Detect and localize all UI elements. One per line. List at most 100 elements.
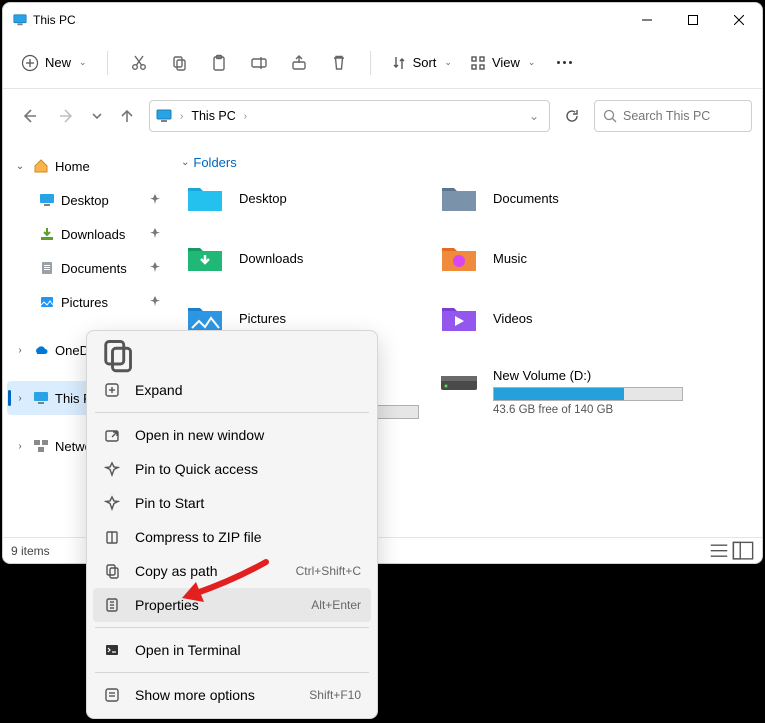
copy-tile[interactable]: [99, 339, 135, 371]
folder-label: Desktop: [239, 191, 287, 206]
pictures-icon: [39, 294, 55, 310]
ctx-label: Open in Terminal: [135, 642, 241, 658]
chevron-right-icon: ›: [176, 111, 187, 122]
sidebar-item-home[interactable]: ⌄ Home: [3, 149, 167, 183]
titlebar: This PC: [3, 3, 762, 37]
group-label: Folders: [193, 155, 236, 170]
sidebar-label: Downloads: [61, 227, 125, 242]
sidebar-item-downloads[interactable]: Downloads: [3, 217, 167, 251]
chevron-down-icon: ⌄: [181, 157, 189, 168]
this-pc-icon: [33, 390, 49, 406]
documents-icon: [39, 260, 55, 276]
sidebar-item-documents[interactable]: Documents: [3, 251, 167, 285]
share-button[interactable]: [280, 45, 318, 81]
folder-music[interactable]: Music: [439, 238, 693, 278]
rename-button[interactable]: [240, 45, 278, 81]
music-folder-icon: [439, 238, 479, 278]
ctx-pin-quick-access[interactable]: Pin to Quick access: [93, 452, 371, 486]
network-icon: [33, 438, 49, 454]
pin-icon: [149, 193, 161, 208]
delete-button[interactable]: [320, 45, 358, 81]
copy-button[interactable]: [160, 45, 198, 81]
ctx-label: Open in new window: [135, 427, 264, 443]
paste-button[interactable]: [200, 45, 238, 81]
refresh-button[interactable]: [556, 100, 588, 132]
home-icon: [33, 158, 49, 174]
chevron-down-icon: ⌄: [79, 57, 87, 68]
sort-button[interactable]: Sort ⌄: [383, 51, 460, 75]
search-box[interactable]: [594, 100, 752, 132]
up-button[interactable]: [111, 100, 143, 132]
folder-documents[interactable]: Documents: [439, 178, 693, 218]
folder-label: Downloads: [239, 251, 303, 266]
sidebar-label: Documents: [61, 261, 127, 276]
breadcrumb[interactable]: › This PC › ⌄: [149, 100, 550, 132]
recent-dropdown[interactable]: [89, 100, 105, 132]
ctx-show-more[interactable]: Show more options Shift+F10: [93, 678, 371, 712]
ctx-label: Expand: [135, 382, 182, 398]
ctx-expand[interactable]: Expand: [93, 373, 371, 407]
pin-icon: [149, 227, 161, 242]
back-button[interactable]: [13, 100, 45, 132]
details-view-button[interactable]: [708, 542, 730, 560]
ctx-compress-zip[interactable]: Compress to ZIP file: [93, 520, 371, 554]
navbar: › This PC › ⌄: [3, 89, 762, 143]
chevron-right-icon: ›: [240, 111, 251, 122]
sidebar-item-pictures[interactable]: Pictures: [3, 285, 167, 319]
chevron-down-icon: ⌄: [528, 57, 536, 68]
window-title: This PC: [33, 13, 76, 27]
pin-icon: [149, 295, 161, 310]
drive-d[interactable]: New Volume (D:) 43.6 GB free of 140 GB: [439, 368, 693, 416]
download-icon: [39, 226, 55, 242]
ctx-label: Properties: [135, 597, 199, 613]
ctx-copy-as-path[interactable]: Copy as path Ctrl+Shift+C: [93, 554, 371, 588]
close-button[interactable]: [716, 3, 762, 37]
folder-videos[interactable]: Videos: [439, 298, 693, 338]
folder-desktop[interactable]: Desktop: [185, 178, 439, 218]
ctx-open-terminal[interactable]: Open in Terminal: [93, 633, 371, 667]
toolbar: New ⌄ Sort ⌄ View ⌄: [3, 37, 762, 89]
folder-label: Music: [493, 251, 527, 266]
chevron-right-icon[interactable]: ›: [13, 441, 27, 452]
ctx-properties[interactable]: Properties Alt+Enter: [93, 588, 371, 622]
ctx-pin-start[interactable]: Pin to Start: [93, 486, 371, 520]
new-button[interactable]: New ⌄: [13, 50, 95, 76]
ctx-label: Pin to Quick access: [135, 461, 258, 477]
documents-folder-icon: [439, 178, 479, 218]
more-options-button[interactable]: [545, 61, 584, 64]
ctx-shortcut: Ctrl+Shift+C: [296, 564, 361, 578]
chevron-down-icon[interactable]: ⌄: [525, 109, 543, 123]
onedrive-icon: [33, 342, 49, 358]
folder-downloads[interactable]: Downloads: [185, 238, 439, 278]
ctx-shortcut: Alt+Enter: [311, 598, 361, 612]
thumbnails-view-button[interactable]: [732, 542, 754, 560]
cut-button[interactable]: [120, 45, 158, 81]
minimize-button[interactable]: [624, 3, 670, 37]
videos-folder-icon: [439, 298, 479, 338]
drive-icon: [439, 368, 479, 396]
pin-icon: [149, 261, 161, 276]
group-header-folders[interactable]: ⌄ Folders: [181, 155, 754, 170]
sidebar-item-desktop[interactable]: Desktop: [3, 183, 167, 217]
drive-name: New Volume (D:): [493, 368, 683, 383]
folder-label: Videos: [493, 311, 533, 326]
search-icon: [603, 109, 617, 123]
item-count: 9 items: [11, 544, 50, 558]
chevron-down-icon[interactable]: ⌄: [13, 161, 27, 172]
ctx-open-new-window[interactable]: Open in new window: [93, 418, 371, 452]
context-menu: Expand Open in new window Pin to Quick a…: [86, 330, 378, 719]
folder-label: Pictures: [239, 311, 286, 326]
view-label: View: [492, 55, 520, 70]
chevron-right-icon[interactable]: ›: [13, 393, 27, 404]
this-pc-icon: [156, 108, 172, 124]
ctx-shortcut: Shift+F10: [309, 688, 361, 702]
forward-button[interactable]: [51, 100, 83, 132]
folder-label: Documents: [493, 191, 559, 206]
sidebar-label: Pictures: [61, 295, 108, 310]
maximize-button[interactable]: [670, 3, 716, 37]
chevron-right-icon[interactable]: ›: [13, 345, 27, 356]
search-input[interactable]: [623, 109, 733, 123]
breadcrumb-location[interactable]: This PC: [191, 109, 235, 123]
view-button[interactable]: View ⌄: [462, 51, 544, 75]
drive-usage-bar: [493, 387, 683, 401]
